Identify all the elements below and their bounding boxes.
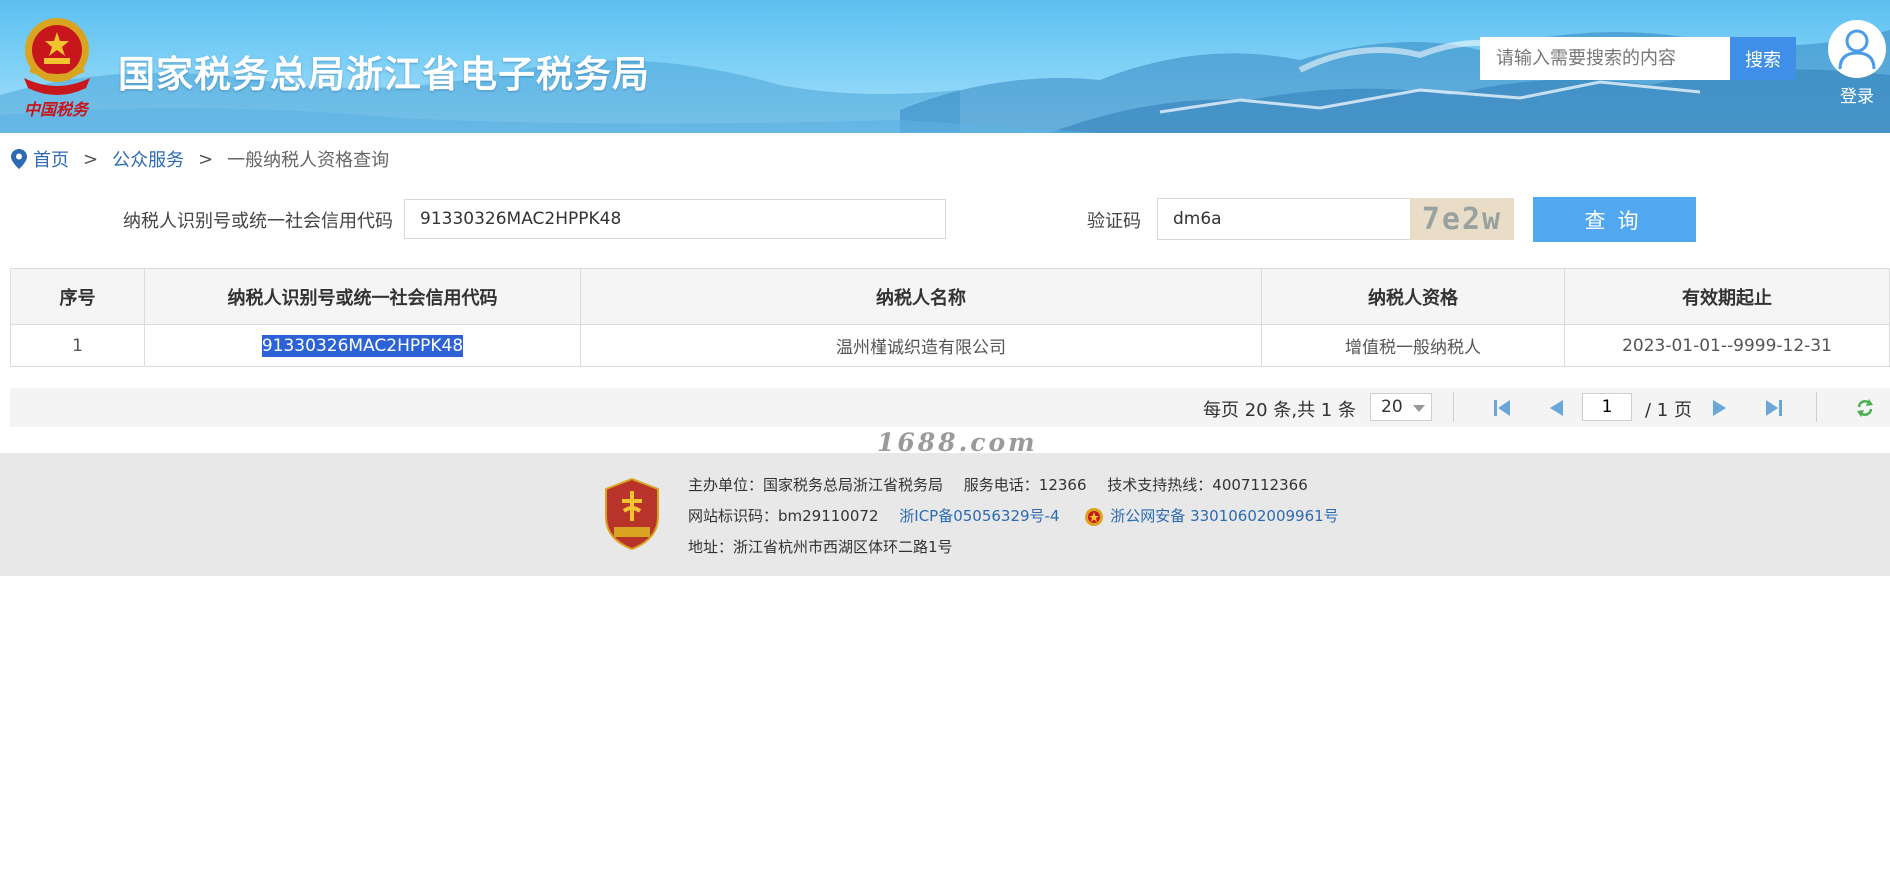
site-title: 国家税务总局浙江省电子税务局 (118, 53, 650, 96)
user-icon (1828, 20, 1886, 78)
breadcrumb-separator: > (83, 148, 99, 170)
captcha-input[interactable] (1157, 198, 1413, 240)
column-header-index: 序号 (10, 268, 145, 325)
footer-icp-link[interactable]: 浙ICP备05056329号-4 (899, 507, 1059, 525)
login-button[interactable]: 登录 (1826, 20, 1888, 107)
table-row: 1 91330326MAC2HPPK48 温州槿诚织造有限公司 增值税一般纳税人… (10, 324, 1890, 367)
cell-validity: 2023-01-01--9999-12-31 (1564, 324, 1890, 367)
taxpayer-id-input[interactable] (404, 199, 946, 239)
query-button[interactable]: 查询 (1533, 197, 1696, 242)
footer-site-id: 网站标识码：bm29110072 (688, 507, 879, 525)
footer-police-record-link[interactable]: 浙公网安备 33010602009961号 (1110, 507, 1338, 525)
footer-contact-line: 主办单位：国家税务总局浙江省税务局 服务电话：12366 技术支持热线：4007… (688, 474, 1308, 495)
current-page-input[interactable] (1582, 393, 1632, 421)
pagination-bar: 每页 20 条,共 1 条 20 / 1 页 (10, 388, 1890, 427)
breadcrumb-public-service-link[interactable]: 公众服务 (112, 146, 184, 172)
total-pages: / 1 页 (1645, 400, 1692, 421)
footer-support-hotline: 技术支持热线：4007112366 (1107, 476, 1308, 494)
captcha-image[interactable]: 7e2w (1410, 198, 1514, 240)
breadcrumb-current: 一般纳税人资格查询 (227, 150, 390, 171)
selected-taxpayer-id-text: 91330326MAC2HPPK48 (261, 334, 464, 357)
site-search-input[interactable] (1480, 37, 1730, 80)
taxpayer-id-label: 纳税人识别号或统一社会信用代码 (123, 211, 393, 232)
column-header-taxpayer-id: 纳税人识别号或统一社会信用代码 (144, 268, 581, 325)
pager-divider (1453, 392, 1454, 422)
page-size-value: 20 (1381, 397, 1403, 417)
last-page-icon[interactable] (1764, 398, 1784, 418)
site-search-button[interactable]: 搜索 (1730, 37, 1796, 80)
table-header-row: 序号 纳税人识别号或统一社会信用代码 纳税人名称 纳税人资格 有效期起止 (10, 268, 1890, 325)
footer-address: 地址：浙江省杭州市西湖区体环二路1号 (688, 538, 953, 556)
site-header: 中国税务 国家税务总局浙江省电子税务局 搜索 登录 (0, 0, 1890, 133)
prev-page-icon[interactable] (1546, 398, 1566, 418)
footer-sponsor: 主办单位：国家税务总局浙江省税务局 (688, 476, 944, 494)
breadcrumb: 首页 > 公众服务 > 一般纳税人资格查询 (11, 146, 389, 172)
column-header-qualification: 纳税人资格 (1261, 268, 1565, 325)
page-size-select[interactable]: 20 (1370, 393, 1432, 421)
pagination-info: 每页 20 条,共 1 条 (1203, 400, 1356, 421)
breadcrumb-separator: > (198, 148, 214, 170)
column-header-validity: 有效期起止 (1564, 268, 1890, 325)
pager-divider (1816, 392, 1817, 422)
next-page-icon[interactable] (1710, 398, 1730, 418)
police-badge-icon (1085, 507, 1104, 526)
chevron-down-icon (1413, 405, 1425, 412)
refresh-icon[interactable] (1855, 398, 1875, 418)
cell-qualification: 增值税一般纳税人 (1261, 324, 1565, 367)
captcha-label: 验证码 (1087, 211, 1141, 232)
site-footer: 主办单位：国家税务总局浙江省税务局 服务电话：12366 技术支持热线：4007… (0, 453, 1890, 576)
breadcrumb-home-link[interactable]: 首页 (33, 146, 69, 172)
location-pin-icon (11, 149, 27, 169)
cell-index: 1 (10, 324, 145, 367)
footer-service-phone: 服务电话：12366 (963, 476, 1087, 494)
footer-registration-line: 网站标识码：bm29110072 浙ICP备05056329号-4 浙公网安备 … (688, 505, 1339, 527)
cell-taxpayer-id: 91330326MAC2HPPK48 (144, 324, 581, 367)
first-page-icon[interactable] (1492, 398, 1512, 418)
emblem-caption: 中国税务 (24, 100, 89, 119)
results-table: 序号 纳税人识别号或统一社会信用代码 纳税人名称 纳税人资格 有效期起止 1 9… (10, 268, 1890, 367)
login-label: 登录 (1840, 87, 1874, 107)
cell-taxpayer-name: 温州槿诚织造有限公司 (580, 324, 1262, 367)
column-header-taxpayer-name: 纳税人名称 (580, 268, 1262, 325)
government-site-badge-icon[interactable] (602, 477, 662, 551)
